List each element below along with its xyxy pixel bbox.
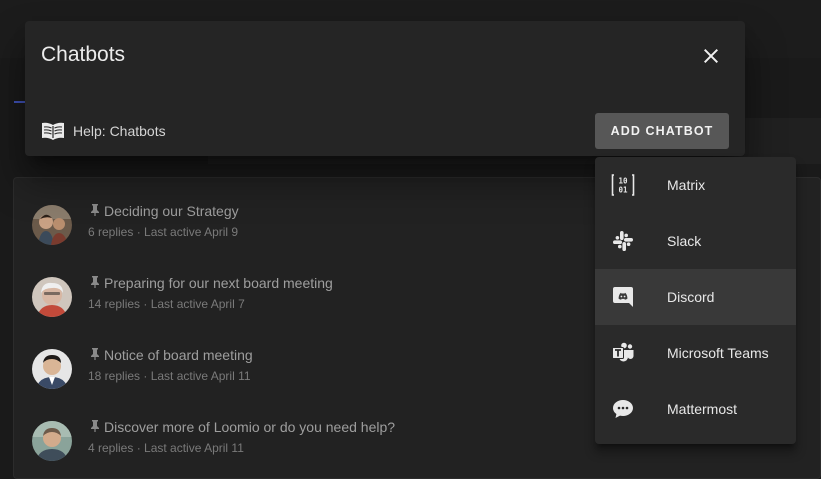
microsoft-teams-icon: [612, 342, 634, 362]
thread-item[interactable]: Notice of board meeting 18 replies · Las…: [32, 347, 592, 391]
avatar: [32, 205, 72, 245]
thread-title-text: Deciding our Strategy: [104, 203, 239, 219]
discord-icon: [613, 287, 633, 307]
thread-replies: 18 replies: [88, 369, 141, 383]
pin-icon: [90, 348, 103, 363]
mattermost-icon: [613, 400, 633, 418]
add-chatbot-button[interactable]: ADD CHATBOT: [595, 113, 729, 149]
menu-item-label: Mattermost: [667, 401, 738, 417]
avatar: [32, 277, 72, 317]
thread-replies: 6 replies: [88, 225, 134, 239]
thread-meta: 18 replies · Last active April 11: [88, 369, 251, 383]
thread-title-text: Notice of board meeting: [104, 347, 253, 363]
thread-title-text: Discover more of Loomio or do you need h…: [104, 419, 396, 435]
menu-item-discord[interactable]: Discord: [595, 269, 796, 325]
thread-title[interactable]: Notice of board meeting: [90, 347, 253, 363]
thread-meta: 4 replies · Last active April 11: [88, 441, 244, 455]
menu-item-matrix[interactable]: 10 01 Matrix: [595, 157, 796, 213]
close-icon: [704, 49, 718, 63]
book-open-icon: [42, 122, 64, 140]
menu-item-slack[interactable]: Slack: [595, 213, 796, 269]
matrix-icon: 10 01: [611, 174, 635, 196]
thread-replies: 4 replies: [88, 441, 134, 455]
help-link[interactable]: Help: Chatbots: [41, 121, 166, 141]
thread-title[interactable]: Deciding our Strategy: [90, 203, 239, 219]
thread-last-active: · Last active April 11: [143, 369, 251, 383]
dialog-title: Chatbots: [41, 43, 126, 66]
menu-item-microsoft-teams[interactable]: Microsoft Teams: [595, 325, 796, 381]
chatbots-dialog: Chatbots Help: Chatbots ADD CHATBOT: [25, 21, 745, 156]
menu-item-label: Matrix: [667, 177, 706, 193]
thread-last-active: · Last active April 9: [136, 225, 239, 239]
close-button[interactable]: [699, 44, 723, 68]
menu-item-label: Discord: [667, 289, 715, 305]
menu-item-label: Microsoft Teams: [667, 345, 769, 361]
menu-item-mattermost[interactable]: Mattermost: [595, 381, 796, 437]
help-label: Help: Chatbots: [73, 123, 166, 139]
slack-icon: [613, 231, 633, 251]
svg-text:01: 01: [618, 186, 628, 195]
thread-item[interactable]: Discover more of Loomio or do you need h…: [32, 419, 592, 463]
thread-meta: 14 replies · Last active April 7: [88, 297, 245, 311]
pin-icon: [90, 204, 103, 219]
thread-title[interactable]: Preparing for our next board meeting: [90, 275, 333, 291]
thread-last-active: · Last active April 11: [136, 441, 244, 455]
svg-text:10: 10: [618, 177, 628, 186]
pin-icon: [90, 420, 103, 435]
thread-title-text: Preparing for our next board meeting: [104, 275, 333, 291]
thread-title[interactable]: Discover more of Loomio or do you need h…: [90, 419, 395, 435]
thread-replies: 14 replies: [88, 297, 141, 311]
app-root: Deciding our Strategy 6 replies · Last a…: [0, 0, 821, 479]
avatar: [32, 349, 72, 389]
thread-meta: 6 replies · Last active April 9: [88, 225, 238, 239]
pin-icon: [90, 276, 103, 291]
chatbot-type-menu: 10 01 Matrix Slack Discord Microsoft Tea…: [595, 157, 796, 444]
thread-item[interactable]: Deciding our Strategy 6 replies · Last a…: [32, 203, 592, 247]
thread-last-active: · Last active April 7: [143, 297, 245, 311]
avatar: [32, 421, 72, 461]
menu-item-label: Slack: [667, 233, 702, 249]
thread-item[interactable]: Preparing for our next board meeting 14 …: [32, 275, 592, 319]
